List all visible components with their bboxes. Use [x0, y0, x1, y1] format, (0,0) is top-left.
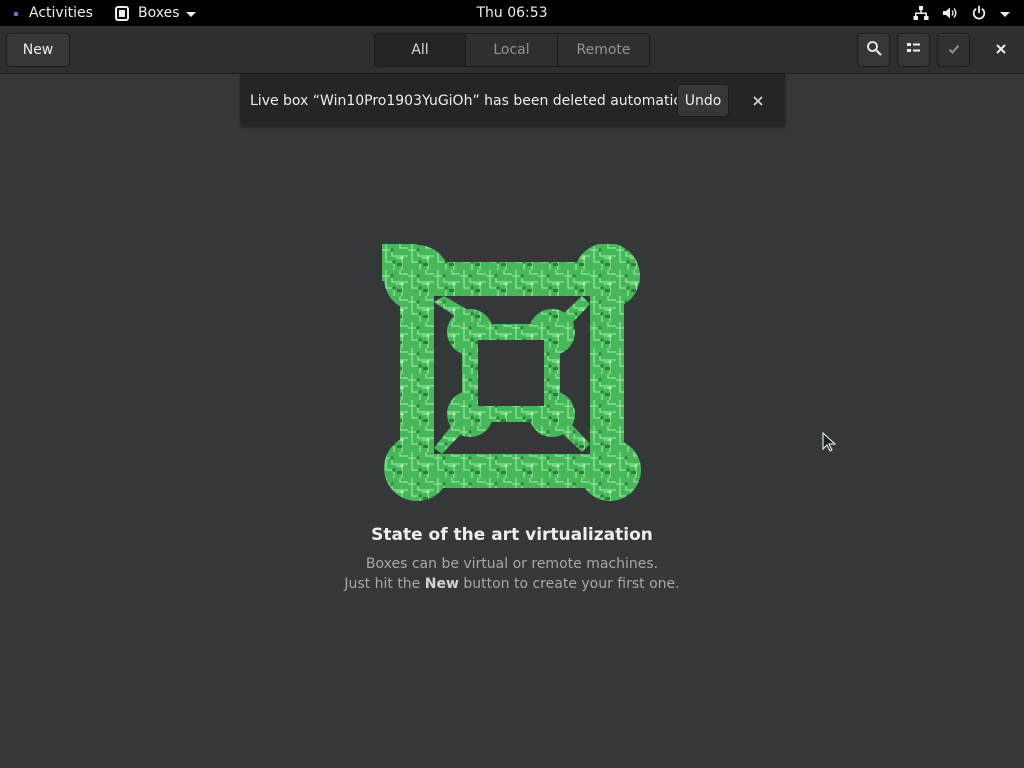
- system-status-area[interactable]: [913, 0, 1010, 26]
- close-icon: [753, 91, 763, 110]
- activities-label: Activities: [29, 5, 93, 21]
- volume-icon: [942, 5, 958, 21]
- empty-state-hint-suffix: button to create your first one.: [458, 576, 680, 592]
- close-icon: [995, 42, 1006, 58]
- network-icon: [913, 5, 929, 21]
- undo-button[interactable]: Undo: [677, 84, 729, 117]
- window-close-button[interactable]: [984, 33, 1017, 67]
- notification-close-button[interactable]: [745, 84, 771, 117]
- search-button[interactable]: [857, 33, 890, 67]
- header-bar: New All Local Remote: [0, 26, 1024, 74]
- chevron-down-icon: [185, 11, 196, 17]
- tab-remote[interactable]: Remote: [558, 34, 649, 66]
- new-box-button[interactable]: New: [6, 33, 70, 67]
- app-menu-button[interactable]: Boxes: [114, 0, 196, 26]
- deleted-box-notification: Live box “Win10Pro1903YuGiOh” has been d…: [240, 74, 785, 127]
- activities-indicator-icon: [14, 11, 18, 16]
- power-icon: [971, 5, 987, 21]
- empty-state-hint-prefix: Just hit the: [344, 576, 425, 592]
- selection-check-icon: [948, 42, 960, 58]
- mouse-pointer-icon: [822, 431, 837, 452]
- activities-button[interactable]: Activities: [14, 0, 93, 26]
- empty-state-hint-new: New: [424, 576, 459, 592]
- gnome-top-bar: Activities Boxes Thu 06:53: [0, 0, 1024, 26]
- boxes-logo-icon: [347, 211, 642, 504]
- system-menu-caret-icon: [1000, 11, 1010, 17]
- empty-state-hint: Just hit the New button to create your f…: [0, 576, 1024, 592]
- notification-message: Live box “Win10Pro1903YuGiOh” has been d…: [250, 92, 709, 109]
- collection-filter-switcher: All Local Remote: [374, 33, 650, 67]
- empty-state-description: Boxes can be virtual or remote machines.: [365, 556, 659, 572]
- tab-all[interactable]: All: [375, 34, 466, 66]
- selection-mode-button[interactable]: [937, 33, 970, 67]
- view-mode-button[interactable]: [897, 33, 930, 67]
- view-list-icon: [906, 42, 921, 58]
- clock[interactable]: Thu 06:53: [476, 5, 547, 21]
- app-menu-label: Boxes: [138, 5, 180, 21]
- empty-state-title: State of the art virtualization: [371, 525, 653, 545]
- search-icon: [866, 40, 882, 60]
- boxes-app-icon: [114, 5, 130, 21]
- tab-local[interactable]: Local: [466, 34, 558, 66]
